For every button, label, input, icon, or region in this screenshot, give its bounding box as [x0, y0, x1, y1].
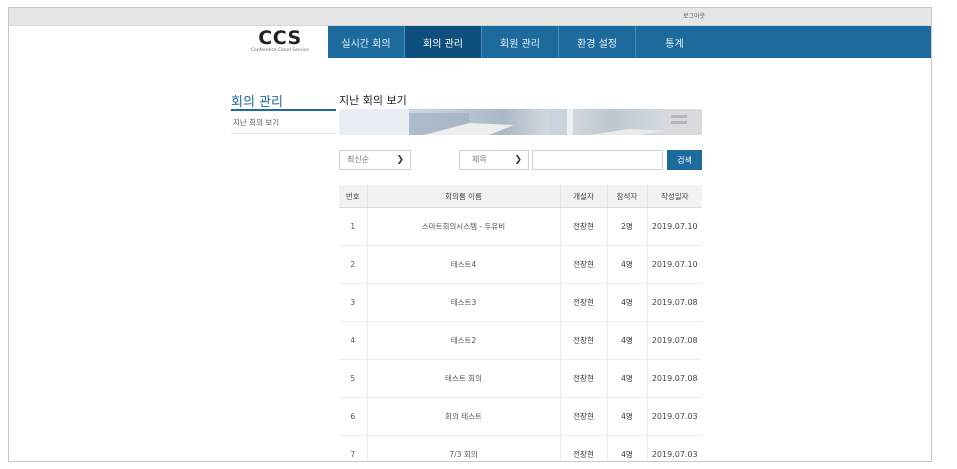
table-row[interactable]: 4 테스트2 전창현 4명 2019.07.08	[339, 321, 702, 360]
row-room-name[interactable]: 테스트 회의	[366, 359, 561, 398]
search-field-select-value: 제목	[472, 155, 487, 164]
column-header-room-name: 회의룸 이름	[366, 185, 561, 208]
row-host: 전창현	[559, 321, 608, 360]
row-number: 7	[339, 435, 368, 461]
table-row[interactable]: 7 7/3 회의 전창현 4명 2019.07.03	[339, 435, 702, 461]
table-row[interactable]: 1 스마트회의시스템 - 두유비 전창현 2명 2019.07.10	[339, 207, 702, 246]
logo-subtitle: Conference Cloud Service	[250, 48, 310, 53]
nav-item-meeting-management[interactable]: 회의 관리	[405, 26, 482, 58]
logo-text: CCS	[258, 27, 302, 49]
row-room-name[interactable]: 테스트4	[366, 245, 561, 284]
table-row[interactable]: 5 테스트 회의 전창현 4명 2019.07.08	[339, 359, 702, 398]
table-header-row: 번호 회의룸 이름 개설자 참석자 작성일자	[339, 185, 702, 208]
table-row[interactable]: 3 테스트3 전창현 4명 2019.07.08	[339, 283, 702, 322]
row-attendees: 2명	[606, 207, 648, 246]
meetings-table: 번호 회의룸 이름 개설자 참석자 작성일자 1 스마트회의시스템 - 두유비 …	[339, 185, 702, 461]
row-date: 2019.07.03	[646, 397, 702, 436]
nav-item-statistics[interactable]: 통계	[636, 26, 713, 58]
row-room-name[interactable]: 스마트회의시스템 - 두유비	[366, 207, 561, 246]
nav-item-settings[interactable]: 환경 설정	[559, 26, 636, 58]
header: CCS Conference Cloud Service 실시간 회의 회의 관…	[9, 26, 931, 58]
chevron-down-icon: ❯	[396, 155, 404, 165]
sidebar-divider	[231, 109, 336, 111]
search-field-select[interactable]: 제목 ❯	[459, 150, 529, 170]
row-host: 전창현	[559, 283, 608, 322]
column-header-date: 작성일자	[646, 185, 702, 208]
row-attendees: 4명	[606, 397, 648, 436]
browser-frame: 로그아웃 CCS Conference Cloud Service 실시간 회의…	[8, 7, 932, 462]
nav-item-realtime-meeting[interactable]: 실시간 회의	[328, 26, 405, 58]
logout-link[interactable]: 로그아웃	[683, 11, 705, 20]
row-host: 전창현	[559, 359, 608, 398]
nav-item-member-management[interactable]: 회원 관리	[482, 26, 559, 58]
search-button[interactable]: 검색	[667, 150, 702, 170]
row-attendees: 4명	[606, 435, 648, 461]
column-header-number: 번호	[339, 185, 368, 208]
row-room-name[interactable]: 테스트3	[366, 283, 561, 322]
table-row[interactable]: 2 테스트4 전창현 4명 2019.07.10	[339, 245, 702, 284]
row-room-name[interactable]: 7/3 회의	[366, 435, 561, 461]
row-attendees: 4명	[606, 283, 648, 322]
row-number: 5	[339, 359, 368, 398]
row-date: 2019.07.08	[646, 321, 702, 360]
row-room-name[interactable]: 테스트2	[366, 321, 561, 360]
sidebar-item-past-meetings[interactable]: 지난 회의 보기	[231, 112, 336, 134]
row-number: 4	[339, 321, 368, 360]
row-number: 3	[339, 283, 368, 322]
row-number: 2	[339, 245, 368, 284]
row-number: 1	[339, 207, 368, 246]
row-room-name[interactable]: 회의 테스트	[366, 397, 561, 436]
row-host: 전창현	[559, 207, 608, 246]
top-utility-bar: 로그아웃	[9, 8, 931, 26]
row-attendees: 4명	[606, 321, 648, 360]
sidebar-title: 회의 관리	[231, 95, 283, 110]
page-title: 지난 회의 보기	[339, 94, 407, 107]
row-date: 2019.07.08	[646, 359, 702, 398]
row-attendees: 4명	[606, 245, 648, 284]
row-date: 2019.07.10	[646, 245, 702, 284]
chevron-down-icon: ❯	[514, 155, 522, 165]
row-host: 전창현	[559, 245, 608, 284]
column-header-host: 개설자	[559, 185, 608, 208]
row-date: 2019.07.08	[646, 283, 702, 322]
ccs-logo[interactable]: CCS Conference Cloud Service	[241, 28, 319, 54]
row-number: 6	[339, 397, 368, 436]
sort-select[interactable]: 최신순 ❯	[339, 150, 411, 170]
row-host: 전창현	[559, 397, 608, 436]
office-banner-image	[339, 109, 702, 135]
search-input[interactable]	[532, 150, 663, 170]
main-nav: 실시간 회의 회의 관리 회원 관리 환경 설정 통계	[328, 26, 931, 58]
row-attendees: 4명	[606, 359, 648, 398]
sort-select-value: 최신순	[347, 155, 370, 164]
row-date: 2019.07.10	[646, 207, 702, 246]
search-controls: 최신순 ❯ 제목 ❯ 검색	[339, 150, 702, 171]
column-header-attendees: 참석자	[606, 185, 648, 208]
row-host: 전창현	[559, 435, 608, 461]
row-date: 2019.07.03	[646, 435, 702, 461]
table-row[interactable]: 6 회의 테스트 전창현 4명 2019.07.03	[339, 397, 702, 436]
